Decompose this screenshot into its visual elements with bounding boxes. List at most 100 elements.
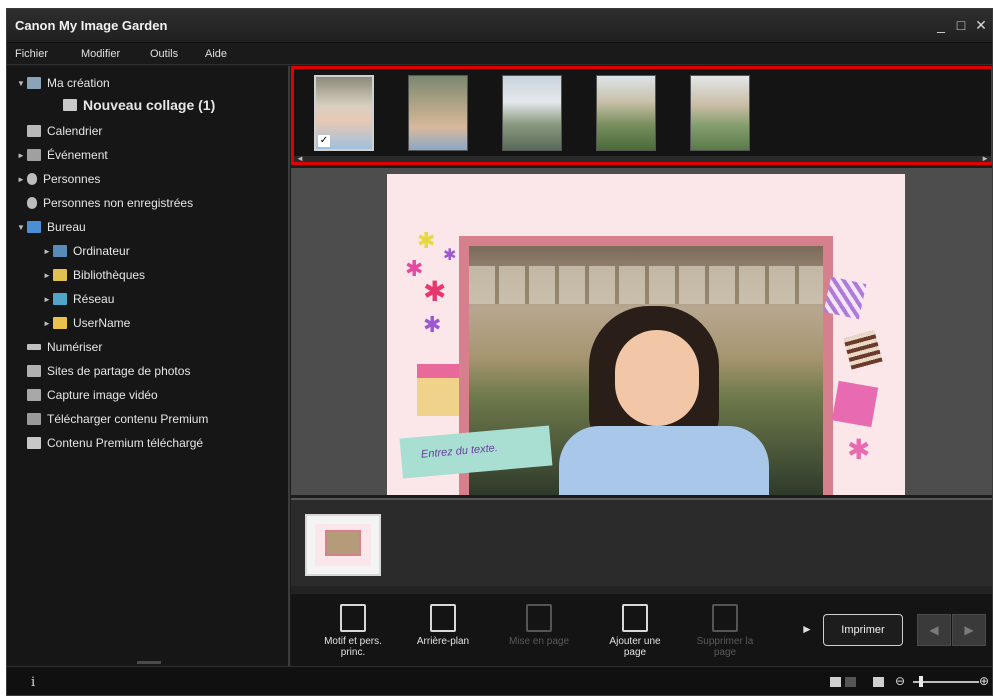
sidebar-item-premium-downloaded[interactable]: Contenu Premium téléchargé — [27, 432, 203, 454]
photo-thumbnail-strip: ✓ ◄ ► — [291, 66, 992, 165]
expand-caret-icon[interactable]: ► — [41, 271, 53, 280]
sidebar-item-label: Ma création — [47, 76, 110, 90]
minimize-button[interactable]: _ — [933, 17, 949, 33]
libraries-icon — [53, 269, 67, 281]
sidebar-item-label: Numériser — [47, 340, 103, 354]
split-view-icon[interactable] — [845, 677, 856, 687]
sidebar-item-download-premium[interactable]: Télécharger contenu Premium — [27, 408, 208, 430]
collage-canvas[interactable]: ✱ ✱ ✱ ✱ ✱ ✱ Entrez du texte. — [387, 174, 905, 495]
expand-caret-icon[interactable]: ▼ — [15, 223, 27, 232]
add-page-icon — [622, 604, 648, 632]
zoom-in-icon[interactable]: ⊕ — [979, 674, 989, 688]
page-strip-scrollbar[interactable] — [291, 586, 992, 594]
maximize-button[interactable]: □ — [953, 17, 969, 33]
sidebar-item-username[interactable]: ► UserName — [41, 312, 130, 334]
sidebar-item-desktop[interactable]: ▼ Bureau — [15, 216, 86, 238]
edit-toolbar: Motif et pers. princ. Arrière-plan Mise … — [291, 594, 992, 666]
collage-preview-area: ✱ ✱ ✱ ✱ ✱ ✱ Entrez du texte. — [291, 168, 992, 495]
sidebar-item-libraries[interactable]: ► Bibliothèques — [41, 264, 145, 286]
thumbnail-scrollbar[interactable]: ◄ ► — [294, 154, 991, 163]
photo-thumbnail[interactable] — [596, 75, 656, 151]
sidebar-item-label: Réseau — [73, 292, 115, 306]
sidebar-item-unregistered-people[interactable]: Personnes non enregistrées — [27, 192, 193, 214]
sidebar-item-my-creation[interactable]: ▼ Ma création — [15, 72, 110, 94]
sidebar-item-event[interactable]: ► Événement — [15, 144, 108, 166]
calendar-icon — [27, 125, 41, 137]
page-thumbnail[interactable] — [305, 514, 381, 576]
checkmark-icon[interactable]: ✓ — [318, 135, 330, 147]
info-icon[interactable]: i — [31, 675, 35, 690]
zoom-slider-thumb[interactable] — [919, 676, 923, 687]
fit-to-window-icon[interactable] — [873, 677, 884, 687]
app-title: Canon My Image Garden — [15, 18, 168, 33]
person-icon — [27, 173, 37, 185]
tool-label: Ajouter une page — [609, 636, 661, 658]
expand-caret-icon[interactable]: ► — [41, 319, 53, 328]
tool-label: Mise en page — [508, 636, 570, 647]
menu-tools[interactable]: Outils — [150, 48, 178, 60]
flower-decoration-icon: ✱ — [423, 312, 442, 337]
sidebar-item-scan[interactable]: Numériser — [27, 336, 102, 358]
flower-decoration-icon: ✱ — [423, 276, 447, 307]
menu-help[interactable]: Aide — [205, 48, 227, 60]
page-thumbnail-preview — [315, 524, 371, 566]
expand-caret-icon[interactable]: ► — [15, 175, 27, 184]
flower-decoration-icon: ✱ — [847, 434, 871, 465]
menu-edit[interactable]: Modifier — [81, 48, 120, 60]
motif-and-main-person-button[interactable]: Motif et pers. princ. — [315, 604, 391, 664]
view-mode-icon[interactable] — [830, 677, 841, 687]
photo-thumbnail[interactable] — [502, 75, 562, 151]
delete-page-button[interactable]: Supprimer la page — [687, 604, 763, 664]
sidebar-item-label: Événement — [47, 148, 108, 162]
flower-decoration-icon: ✱ — [405, 256, 424, 281]
zoom-out-icon[interactable]: ⊖ — [895, 674, 905, 688]
desktop-icon — [27, 221, 41, 233]
my-creation-icon — [27, 77, 41, 89]
page-strip — [291, 498, 992, 594]
sidebar-item-new-collage[interactable]: Nouveau collage (1) — [63, 94, 215, 116]
menu-file[interactable]: Fichier — [15, 48, 48, 60]
text-placeholder[interactable]: Entrez du texte. — [421, 442, 499, 461]
sidebar-item-computer[interactable]: ► Ordinateur — [41, 240, 130, 262]
expand-caret-icon[interactable]: ► — [41, 295, 53, 304]
photo-thumbnail[interactable] — [408, 75, 468, 151]
sidebar-resize-grip[interactable] — [137, 661, 161, 664]
previous-button[interactable]: ◀ — [917, 614, 951, 646]
sidebar-item-calendar[interactable]: Calendrier — [27, 120, 102, 142]
expand-caret-icon[interactable]: ▼ — [15, 79, 27, 88]
layout-button[interactable]: Mise en page — [501, 604, 577, 664]
sidebar-item-label: UserName — [73, 316, 131, 330]
photo-sharing-icon — [27, 365, 41, 377]
sidebar-item-photo-sharing[interactable]: Sites de partage de photos — [27, 360, 190, 382]
close-button[interactable]: ✕ — [973, 17, 989, 33]
sidebar-item-network[interactable]: ► Réseau — [41, 288, 114, 310]
patterned-tile-icon — [823, 276, 867, 320]
premium-folder-icon — [27, 437, 41, 449]
more-tools-arrow-icon[interactable]: ► — [801, 622, 813, 636]
next-button[interactable]: ▶ — [952, 614, 986, 646]
print-button[interactable]: Imprimer — [823, 614, 903, 646]
photo-thumbnail[interactable] — [690, 75, 750, 151]
expand-caret-icon[interactable]: ► — [15, 151, 27, 160]
photo-thumbnail[interactable]: ✓ — [314, 75, 374, 151]
sidebar-item-label: Contenu Premium téléchargé — [47, 436, 204, 450]
sidebar-item-people[interactable]: ► Personnes — [15, 168, 100, 190]
flower-decoration-icon: ✱ — [417, 228, 436, 253]
expand-caret-icon[interactable]: ► — [41, 247, 53, 256]
sidebar: ▼ Ma création Nouveau collage (1) Calend… — [7, 66, 290, 666]
tool-label: Motif et pers. princ. — [324, 636, 382, 658]
scroll-left-icon[interactable]: ◄ — [296, 154, 304, 163]
sidebar-item-label: Personnes non enregistrées — [43, 196, 194, 210]
tool-label: Supprimer la page — [696, 636, 754, 658]
tool-label: Arrière-plan — [416, 636, 470, 647]
app-window: Canon My Image Garden _ □ ✕ Fichier Modi… — [6, 8, 993, 696]
sidebar-item-label: Nouveau collage (1) — [83, 97, 216, 113]
sidebar-item-video-capture[interactable]: Capture image vidéo — [27, 384, 158, 406]
background-button[interactable]: Arrière-plan — [405, 604, 481, 664]
scroll-right-icon[interactable]: ► — [981, 154, 989, 163]
add-page-button[interactable]: Ajouter une page — [597, 604, 673, 664]
layout-icon — [526, 604, 552, 632]
sidebar-item-label: Bibliothèques — [73, 268, 146, 282]
sidebar-item-label: Bureau — [47, 220, 86, 234]
event-icon — [27, 149, 41, 161]
